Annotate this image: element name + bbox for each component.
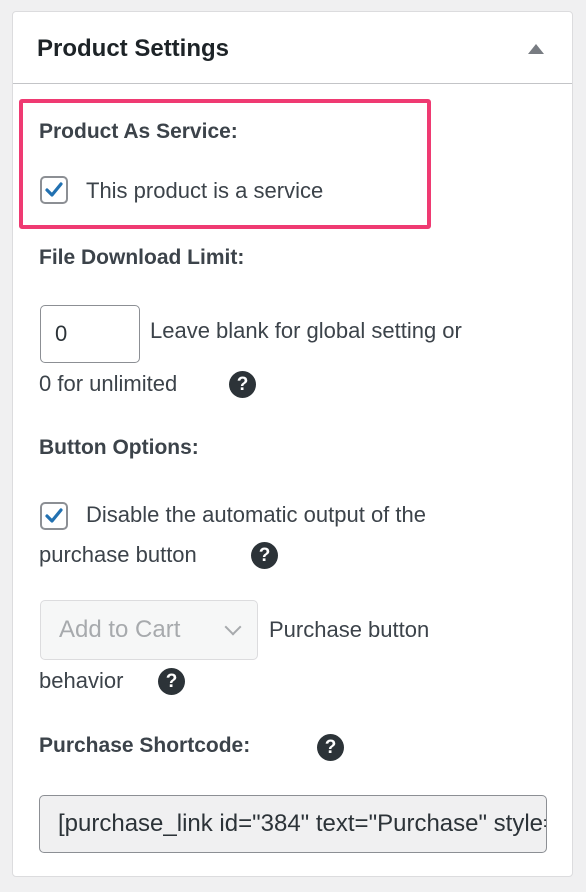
download-limit-help-line2: 0 for unlimited [39,371,178,396]
service-checkbox[interactable] [40,176,68,204]
button-options-label: Button Options: [39,436,199,459]
panel-content: Product As Service: This product is a se… [13,84,572,876]
purchase-shortcode-label: Purchase Shortcode: [39,734,251,757]
disable-output-label-line1[interactable]: Disable the automatic output of the [86,502,426,528]
product-settings-panel: Product Settings Product As Service: Thi… [12,11,573,877]
product-as-service-label: Product As Service: [39,120,238,143]
panel-title: Product Settings [37,35,230,62]
help-icon[interactable]: ? [158,668,185,695]
chevron-down-icon [224,618,242,636]
help-icon[interactable]: ? [251,542,278,569]
select-value: Add to Cart [59,616,181,643]
disable-output-checkbox[interactable] [40,502,68,530]
highlight-box [19,99,431,229]
disable-output-label-line2[interactable]: purchase button [39,542,197,568]
download-limit-input[interactable]: 0 [40,305,140,363]
help-icon[interactable]: ? [317,734,344,761]
download-limit-help-line1: Leave blank for global setting or [150,318,462,343]
service-checkbox-label[interactable]: This product is a service [86,178,323,204]
panel-header[interactable]: Product Settings [13,12,572,84]
shortcode-input[interactable]: [purchase_link id="384" text="Purchase" … [39,795,547,853]
collapse-toggle-icon[interactable] [528,44,544,54]
purchase-behavior-desc-line1: Purchase button [269,617,430,642]
purchase-behavior-select[interactable]: Add to Cart [40,600,258,660]
purchase-behavior-desc-line2: behavior [39,668,124,693]
file-download-limit-label: File Download Limit: [39,246,245,269]
checkmark-icon [45,182,63,197]
checkmark-icon [45,508,63,523]
help-icon[interactable]: ? [229,371,256,398]
